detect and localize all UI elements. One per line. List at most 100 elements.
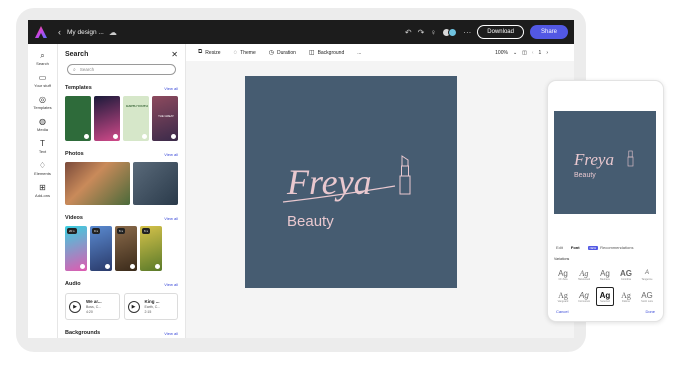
more-options-icon[interactable]: ··· — [463, 28, 471, 37]
background-button[interactable]: ◫ Background — [309, 49, 344, 57]
phone-brand-subtitle: Beauty — [574, 172, 596, 179]
chevron-left-icon[interactable]: ‹ — [532, 50, 534, 56]
stage: ‹ My design ... ☁ ↶ ↷ ♀ ··· Download Sha… — [0, 0, 677, 368]
tab-label: Recommendations — [600, 245, 634, 250]
rail-item-templates[interactable]: ◎ Templates — [28, 95, 57, 110]
font-option[interactable]: Ag CF Zeta — [554, 265, 572, 284]
play-icon — [113, 134, 118, 139]
font-name: Bauhaus — [600, 277, 610, 281]
duration-badge: 6 s — [117, 228, 126, 234]
add-ons-icon: ⊞ — [39, 183, 46, 192]
template-thumbnail[interactable] — [94, 96, 120, 141]
back-chevron-icon[interactable]: ‹ — [58, 27, 61, 37]
audio-title: We ar... — [86, 299, 102, 304]
audio-card[interactable]: ▶ King ... Earth, C... 2:15 — [123, 293, 178, 320]
zoom-value[interactable]: 100% — [495, 50, 508, 56]
view-all-link[interactable]: View all — [164, 152, 178, 157]
template-thumbnail[interactable]: THE GREAT — [152, 96, 178, 141]
font-sample: Ag — [600, 268, 610, 278]
rail-item-search[interactable]: ⌕ Search — [28, 51, 57, 66]
close-icon[interactable]: ✕ — [171, 50, 178, 59]
section-title: Templates — [65, 85, 92, 91]
font-sample: Ag — [599, 290, 611, 300]
section-title: Videos — [65, 215, 83, 221]
tab-font[interactable]: Font — [571, 245, 580, 250]
pages-icon[interactable]: ◫ — [522, 50, 527, 56]
font-option[interactable]: Ag Didone — [617, 287, 635, 306]
font-option[interactable]: AG Sortir Lora — [638, 287, 656, 306]
play-icon[interactable]: ▶ — [127, 300, 140, 313]
canvas-artwork: Freya Beauty — [282, 155, 411, 230]
photos-section-header: Photos View all — [65, 150, 178, 158]
rail-item-add-ons[interactable]: ⊞ Add-ons — [28, 183, 57, 198]
font-option[interactable]: Ag Bauhaus — [596, 265, 614, 284]
panel-header: Search ✕ — [65, 44, 178, 64]
document-title[interactable]: My design ... — [67, 29, 104, 36]
theme-button[interactable]: ◌ Theme — [234, 50, 256, 56]
chevron-right-icon[interactable]: › — [546, 50, 548, 56]
resize-icon: ⧉ — [198, 49, 203, 55]
adobe-express-logo-icon[interactable] — [34, 25, 48, 39]
font-option[interactable]: Ag Vanguard — [554, 287, 572, 306]
video-thumbnail[interactable]: 9 s — [90, 226, 112, 271]
cloud-sync-icon[interactable]: ☁ — [109, 28, 117, 37]
videos-row: 20 s 9 s 6 s 6 s — [65, 226, 178, 271]
photo-thumbnail[interactable] — [65, 162, 130, 205]
audio-row: ▶ We ar... Boss, C... 4:20 ▶ King ... Ea… — [65, 293, 178, 320]
font-option[interactable]: AG Corinthia — [617, 265, 635, 284]
undo-icon[interactable]: ↶ — [405, 28, 412, 37]
photo-thumbnail[interactable] — [132, 162, 178, 205]
font-option[interactable]: A Tangerine — [638, 265, 656, 284]
video-thumbnail[interactable]: 20 s — [65, 226, 87, 271]
done-button[interactable]: Done — [645, 309, 655, 314]
share-button[interactable]: Share — [529, 25, 568, 39]
font-option-selected[interactable]: Ag Selected — [596, 287, 614, 306]
download-button[interactable]: Download — [477, 25, 524, 39]
video-thumbnail[interactable]: 6 s — [115, 226, 137, 271]
redo-icon[interactable]: ↷ — [418, 28, 425, 37]
tab-recommendations[interactable]: NEW Recommendations — [587, 245, 634, 250]
search-panel: Search ✕ ⌕ Search Templates View all EAR… — [58, 44, 186, 338]
left-rail: ⌕ Search ▭ Your stuff ◎ Templates ◍ Medi… — [28, 44, 58, 338]
search-icon: ⌕ — [40, 51, 45, 60]
font-option[interactable]: Ag Cormorant — [575, 287, 593, 306]
chevron-down-icon[interactable]: ⌄ — [513, 50, 517, 56]
play-icon — [130, 264, 135, 269]
lightbulb-icon[interactable]: ♀ — [430, 28, 436, 37]
audio-card[interactable]: ▶ We ar... Boss, C... 4:20 — [65, 293, 120, 320]
view-all-link[interactable]: View all — [164, 331, 178, 336]
font-name: Vanguard — [557, 299, 569, 303]
audio-info: King ... Earth, C... 2:15 — [145, 299, 161, 314]
play-icon[interactable]: ▶ — [69, 300, 81, 313]
phone-canvas[interactable]: Freya Beauty — [554, 111, 656, 214]
rail-item-your-stuff[interactable]: ▭ Your stuff — [28, 73, 57, 88]
text-icon: T — [40, 139, 45, 148]
font-name: CF Zeta — [558, 277, 568, 281]
template-thumbnail[interactable]: EARTH YOUTH — [123, 96, 149, 141]
duration-badge: 6 s — [142, 228, 151, 234]
resize-button[interactable]: ⧉ Resize — [198, 49, 221, 56]
top-bar-actions: ↶ ↷ ♀ ··· Download Share — [405, 25, 568, 39]
template-thumbnail[interactable] — [65, 96, 91, 141]
cancel-button[interactable]: Cancel — [556, 309, 568, 314]
search-input[interactable]: ⌕ Search — [67, 64, 176, 75]
duration-button[interactable]: ◷ Duration — [268, 49, 296, 57]
more-button[interactable]: ... — [357, 50, 361, 56]
video-thumbnail[interactable]: 6 s — [140, 226, 162, 271]
rail-item-text[interactable]: T Text — [28, 139, 57, 154]
rail-item-media[interactable]: ◍ Media — [28, 117, 57, 132]
section-title: Backgrounds — [65, 330, 101, 336]
collaborator-avatars[interactable] — [442, 27, 458, 37]
clock-icon: ◷ — [268, 50, 274, 56]
view-all-link[interactable]: View all — [164, 282, 178, 287]
tab-edit[interactable]: Edit — [556, 245, 563, 250]
view-all-link[interactable]: View all — [164, 86, 178, 91]
template-text: EARTH YOUTH — [126, 104, 148, 108]
font-sample: Ag — [579, 268, 589, 278]
font-option[interactable]: Ag Hazelwood — [575, 265, 593, 284]
rail-label: Text — [38, 149, 47, 154]
rail-item-elements[interactable]: ♢ Elements — [28, 161, 57, 176]
view-all-link[interactable]: View all — [164, 216, 178, 221]
font-sample: AG — [620, 268, 632, 278]
design-canvas[interactable]: Freya Beauty — [245, 76, 457, 288]
